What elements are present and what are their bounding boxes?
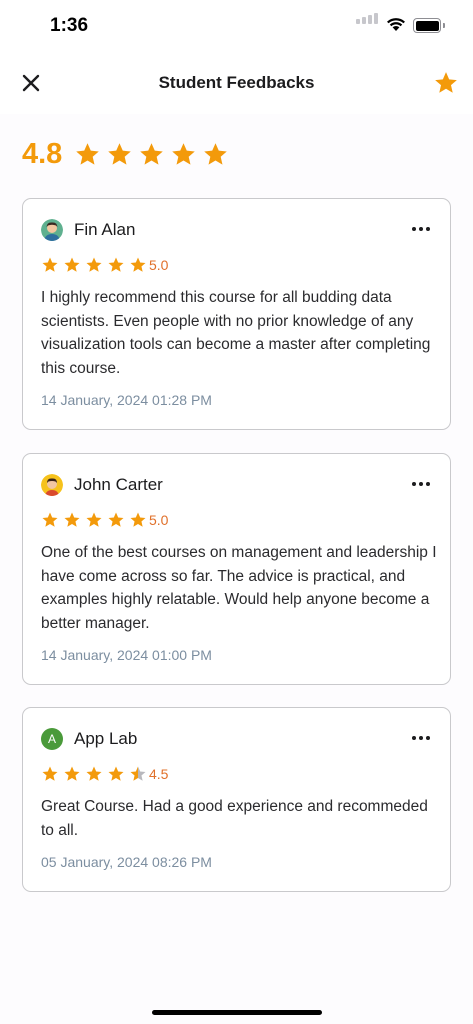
star-icon xyxy=(42,512,58,527)
reviewer-name: App Lab xyxy=(74,729,138,748)
star-icon xyxy=(42,257,58,272)
avatar-letter: A xyxy=(47,732,56,746)
overall-rating-value: 4.8 xyxy=(22,138,63,170)
star-icon xyxy=(86,766,102,781)
star-icon xyxy=(108,766,124,781)
home-indicator[interactable] xyxy=(152,1010,322,1015)
page-title: Student Feedbacks xyxy=(158,73,315,92)
reviewer-avatar: A xyxy=(41,728,63,750)
star-icon xyxy=(108,512,124,527)
review-stars xyxy=(41,511,147,529)
star-icon xyxy=(86,257,102,272)
review-text: I highly recommend this course for all b… xyxy=(41,289,431,377)
review-date: 05 January, 2024 08:26 PM xyxy=(41,854,212,870)
wifi-icon xyxy=(387,18,405,31)
star-icon xyxy=(64,766,80,781)
review-card: John Carter 5.0 One of the best courses … xyxy=(22,453,451,685)
navigation-bar: Student Feedbacks xyxy=(0,54,473,114)
star-icon xyxy=(435,72,457,93)
star-icon xyxy=(130,766,146,781)
review-date: 14 January, 2024 01:28 PM xyxy=(41,392,212,408)
star-icon xyxy=(172,143,196,165)
review-date: 14 January, 2024 01:00 PM xyxy=(41,647,212,663)
more-options-button[interactable] xyxy=(412,478,430,490)
overall-stars xyxy=(74,141,229,168)
favorite-button[interactable] xyxy=(433,70,459,96)
star-icon xyxy=(108,257,124,272)
more-options-button[interactable] xyxy=(412,223,430,235)
status-bar: 1:36 xyxy=(0,0,473,54)
feedback-screen: 1:36 Student Feedbacks 4.8 Fin Alan 5.0 … xyxy=(0,0,473,1024)
review-stars xyxy=(41,765,147,783)
star-icon xyxy=(64,512,80,527)
reviewer-avatar xyxy=(41,474,63,496)
battery-icon xyxy=(413,18,441,33)
review-card: A App Lab 4.5 Great Course. Had a good e… xyxy=(22,707,451,892)
reviewer-avatar xyxy=(41,219,63,241)
star-icon xyxy=(64,257,80,272)
review-score: 4.5 xyxy=(149,766,169,782)
review-stars xyxy=(41,256,147,274)
star-icon xyxy=(86,512,102,527)
more-options-button[interactable] xyxy=(412,732,430,744)
reviewer-name: John Carter xyxy=(74,475,163,494)
overall-rating: 4.8 xyxy=(22,138,229,171)
star-icon xyxy=(108,143,132,165)
star-icon xyxy=(76,143,100,165)
star-icon xyxy=(42,766,58,781)
star-icon xyxy=(204,143,228,165)
review-score: 5.0 xyxy=(149,257,169,273)
review-text: One of the best courses on management an… xyxy=(41,544,437,632)
star-icon xyxy=(130,257,146,272)
star-icon xyxy=(130,512,146,527)
status-time: 1:36 xyxy=(50,15,89,36)
star-icon xyxy=(140,143,164,165)
review-card: Fin Alan 5.0 I highly recommend this cou… xyxy=(22,198,451,430)
review-text: Great Course. Had a good experience and … xyxy=(41,798,428,839)
review-score: 5.0 xyxy=(149,512,169,528)
reviewer-name: Fin Alan xyxy=(74,220,136,239)
